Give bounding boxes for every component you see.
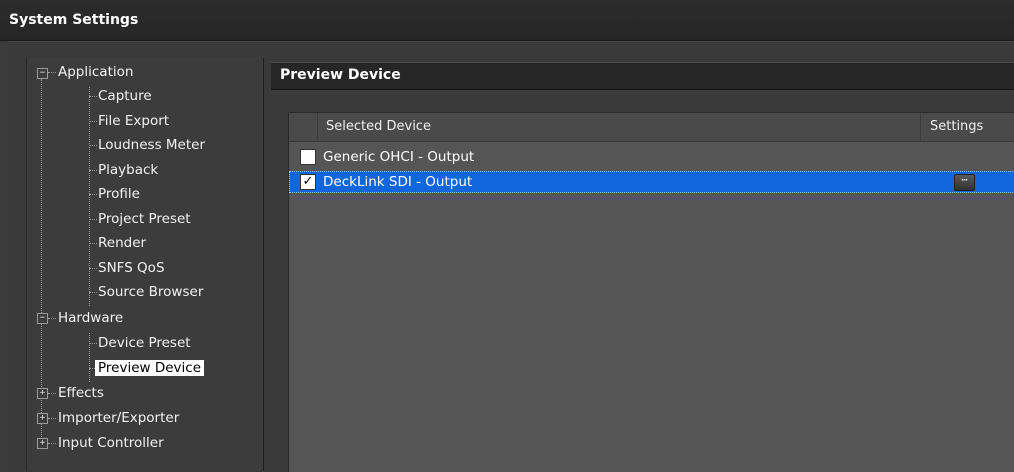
- tree-connector-application: [89, 87, 90, 306]
- tree-branch: [89, 194, 97, 195]
- tree-item-label: Hardware: [58, 310, 124, 326]
- tree-item-render[interactable]: Render: [98, 233, 146, 253]
- tree-item-importer-exporter[interactable]: Importer/Exporter: [58, 408, 179, 428]
- column-header-selected-device[interactable]: Selected Device: [318, 113, 921, 141]
- more-icon: ⋯: [961, 175, 968, 186]
- expander-effects[interactable]: +: [37, 388, 48, 399]
- tree-item-label: Source Browser: [98, 284, 204, 300]
- tree-branch: [89, 96, 97, 97]
- tree-item-label: Capture: [98, 88, 152, 104]
- tree-item-application[interactable]: Application: [58, 62, 133, 82]
- expander-input-controller[interactable]: +: [37, 438, 48, 449]
- tree-item-label: Render: [98, 235, 147, 251]
- tree-item-input-controller[interactable]: Input Controller: [58, 433, 164, 453]
- window-title: System Settings: [9, 12, 139, 28]
- tree-item-preview-device[interactable]: Preview Device: [95, 358, 205, 378]
- device-list: Selected Device Settings Generic OHCI - …: [288, 112, 1014, 472]
- tree-item-project-preset[interactable]: Project Preset: [98, 209, 191, 229]
- settings-category-tree: − Application Capture File Export Loudne…: [26, 58, 264, 471]
- tree-item-playback[interactable]: Playback: [98, 160, 158, 180]
- tree-branch: [89, 121, 97, 122]
- expander-importer-exporter[interactable]: +: [37, 413, 48, 424]
- device-name: DeckLink SDI - Output: [323, 174, 473, 190]
- column-header-settings[interactable]: Settings: [922, 113, 1014, 141]
- device-row-decklink-sdi[interactable]: ✓ DeckLink SDI - Output ⋯: [289, 171, 1014, 193]
- tree-branch: [89, 219, 97, 220]
- tree-item-loudness-meter[interactable]: Loudness Meter: [98, 135, 205, 155]
- tree-branch: [48, 443, 56, 444]
- tree-item-label: Importer/Exporter: [58, 410, 180, 426]
- tree-item-label: Application: [58, 64, 134, 80]
- tree-item-label: Project Preset: [98, 211, 191, 227]
- tree-item-label: Device Preset: [98, 335, 191, 351]
- device-settings-button[interactable]: ⋯: [954, 174, 975, 191]
- tree-item-label: Playback: [98, 162, 159, 178]
- tree-item-label: File Export: [98, 113, 170, 129]
- tree-item-source-browser[interactable]: Source Browser: [98, 282, 203, 302]
- tree-branch: [89, 145, 97, 146]
- tree-branch: [48, 318, 56, 319]
- tree-branch: [89, 243, 97, 244]
- tree-branch: [48, 418, 56, 419]
- tree-branch: [89, 292, 97, 293]
- tree-branch: [89, 170, 97, 171]
- tree-item-label: Input Controller: [58, 435, 164, 451]
- tree-item-hardware[interactable]: Hardware: [58, 308, 123, 328]
- tree-item-capture[interactable]: Capture: [98, 86, 152, 106]
- tree-item-device-preset[interactable]: Device Preset: [98, 333, 191, 353]
- device-checkbox[interactable]: [300, 149, 316, 165]
- section-title: Preview Device: [280, 67, 401, 83]
- expander-application[interactable]: −: [37, 68, 48, 79]
- device-row-generic-ohci[interactable]: Generic OHCI - Output: [289, 146, 1014, 168]
- tree-item-label: Loudness Meter: [98, 137, 205, 153]
- device-checkbox[interactable]: ✓: [300, 174, 316, 190]
- tree-item-profile[interactable]: Profile: [98, 184, 140, 204]
- tree-branch: [48, 393, 56, 394]
- device-name: Generic OHCI - Output: [323, 149, 475, 165]
- system-settings-window: System Settings − Application Capture Fi…: [0, 0, 1014, 472]
- section-header: Preview Device: [271, 62, 1014, 90]
- tree-item-snfs-qos[interactable]: SNFS QoS: [98, 258, 165, 278]
- column-header-select[interactable]: [289, 113, 318, 141]
- tree-item-label: Profile: [98, 186, 140, 202]
- tree-branch: [48, 72, 56, 73]
- tree-item-label: Preview Device: [95, 360, 205, 376]
- tree-item-label: Effects: [58, 385, 104, 401]
- title-bar: System Settings: [0, 0, 1014, 41]
- device-list-header: Selected Device Settings: [289, 113, 1014, 142]
- tree-item-effects[interactable]: Effects: [58, 383, 104, 403]
- tree-branch: [89, 268, 97, 269]
- expander-hardware[interactable]: −: [37, 313, 48, 324]
- tree-item-label: SNFS QoS: [98, 260, 165, 276]
- tree-item-file-export[interactable]: File Export: [98, 111, 169, 131]
- tree-branch: [89, 343, 97, 344]
- tree-connector-hardware: [89, 333, 90, 382]
